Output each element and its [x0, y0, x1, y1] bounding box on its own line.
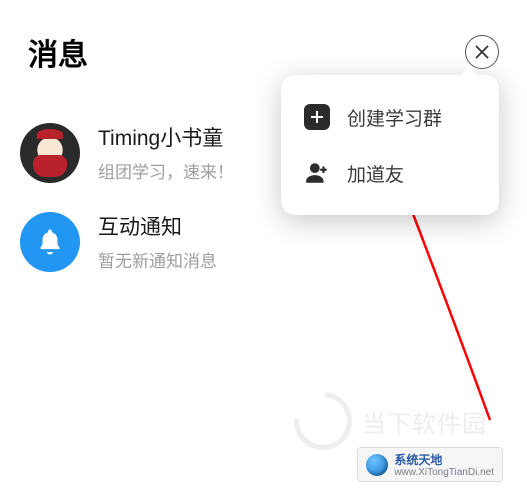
popover-label: 加道友 — [347, 160, 404, 187]
watermark-band: 系统天地 www.XiTongTianDi.net — [357, 447, 503, 482]
popover-label: 创建学习群 — [347, 104, 442, 131]
message-texts: Timing小书童 组团学习，速来！ — [98, 122, 234, 183]
watermark-band-cn: 系统天地 — [394, 453, 442, 467]
message-subtitle: 组团学习，速来！ — [98, 158, 234, 183]
bell-icon — [35, 227, 65, 257]
person-plus-icon — [303, 159, 331, 187]
watermark-logo: 当下软件园 — [294, 392, 487, 450]
watermark-brand-text: 当下软件园 — [362, 404, 487, 439]
message-texts: 互动通知 暂无新通知消息 — [98, 211, 217, 272]
watermark-band-en: www.XiTongTianDi.net — [394, 468, 494, 478]
close-icon — [475, 45, 489, 59]
plus-square-icon — [303, 103, 331, 131]
popover-item-add-friend[interactable]: 加道友 — [281, 145, 499, 201]
watermark-orb-icon — [366, 454, 388, 476]
popover-item-create-group[interactable]: 创建学习群 — [281, 89, 499, 145]
message-title: Timing小书童 — [98, 122, 234, 152]
message-subtitle: 暂无新通知消息 — [98, 247, 217, 272]
avatar-bell-icon — [20, 212, 80, 272]
action-popover: 创建学习群 加道友 — [281, 75, 499, 215]
avatar-timing — [20, 123, 80, 183]
page-title: 消息 — [28, 30, 88, 74]
close-button[interactable] — [465, 35, 499, 69]
message-title: 互动通知 — [98, 211, 217, 241]
watermark-ring-icon — [282, 380, 364, 462]
